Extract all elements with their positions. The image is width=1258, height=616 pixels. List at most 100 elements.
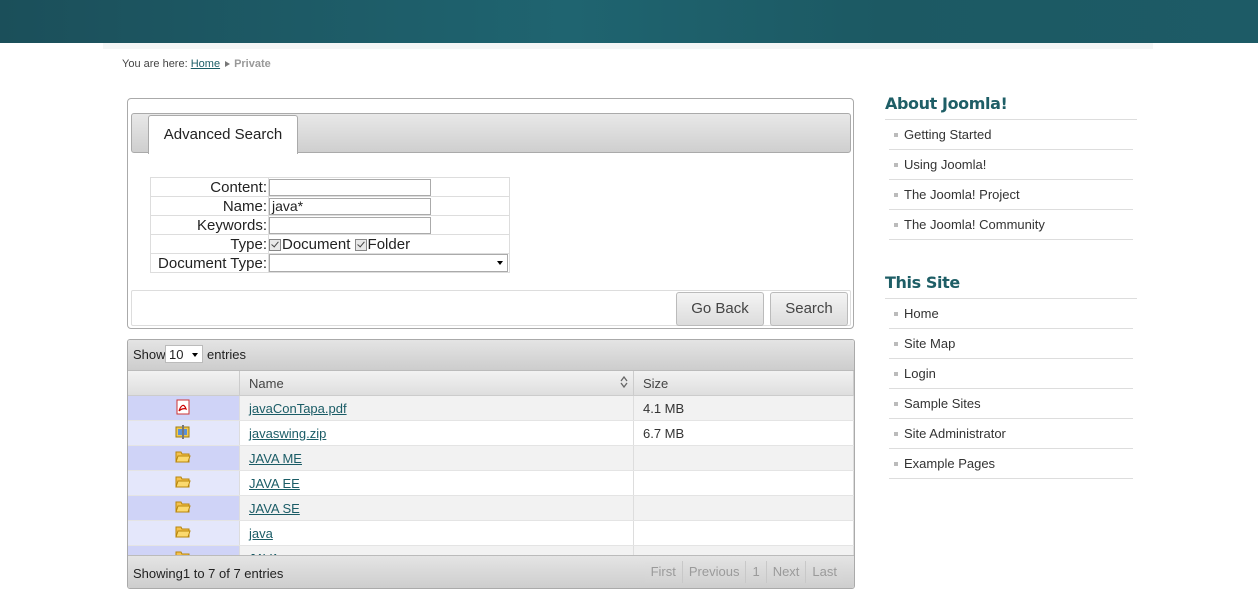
menu-item-joomla-project[interactable]: The Joomla! Project: [889, 180, 1133, 210]
menu-item-example-pages[interactable]: Example Pages: [889, 449, 1133, 479]
this-site-title: This Site: [885, 272, 1137, 299]
menu-item-joomla-community[interactable]: The Joomla! Community: [889, 210, 1133, 240]
table-row: JAVA ME: [128, 445, 854, 471]
header-subbar: [103, 43, 1153, 49]
breadcrumb: You are here: Home Private: [122, 58, 271, 70]
menu-item-sample-sites[interactable]: Sample Sites: [889, 389, 1133, 419]
file-name-cell: javaConTapa.pdf: [239, 395, 634, 421]
pager-next[interactable]: Next: [767, 561, 807, 583]
row-icon-cell: [128, 395, 240, 421]
folder-checkbox[interactable]: [354, 238, 367, 251]
breadcrumb-arrow-icon: [225, 61, 231, 68]
pager-last[interactable]: Last: [806, 561, 843, 583]
folder-link[interactable]: JAVA EE: [249, 476, 300, 491]
menu-item-getting-started[interactable]: Getting Started: [889, 120, 1133, 150]
breadcrumb-current: Private: [234, 58, 271, 70]
document-checkbox-label: Document: [282, 235, 351, 253]
pager-previous[interactable]: Previous: [683, 561, 747, 583]
folder-size-cell: [633, 445, 854, 471]
folder-name-cell: JAVA ME: [239, 445, 634, 471]
go-back-button[interactable]: Go Back: [676, 292, 764, 326]
folder-icon: [175, 476, 191, 487]
folder-checkbox-label: Folder: [367, 235, 411, 253]
document-type-label: Document Type:: [150, 252, 269, 274]
file-link[interactable]: javaswing.zip: [249, 426, 326, 441]
folder-link[interactable]: java: [249, 526, 273, 541]
menu-item-using-joomla[interactable]: Using Joomla!: [889, 150, 1133, 180]
menu-item-home[interactable]: Home: [889, 299, 1133, 329]
advanced-search-panel: Advanced Search Content: Name: java* Key…: [127, 98, 854, 329]
table-row: java: [128, 520, 854, 546]
document-checkbox[interactable]: [269, 238, 281, 251]
zip-icon: [175, 424, 190, 439]
sort-both-icon: [620, 376, 628, 388]
results-footer: Showing1 to 7 of 7 entries First Previou…: [128, 555, 854, 588]
pager-first[interactable]: First: [645, 561, 683, 583]
this-site-menu: Home Site Map Login Sample Sites Site Ad…: [885, 299, 1137, 479]
pdf-icon: [176, 399, 190, 414]
document-type-select[interactable]: [269, 254, 508, 273]
column-header-name-label: Name: [249, 375, 284, 391]
menu-item-site-map[interactable]: Site Map: [889, 329, 1133, 359]
column-header-name[interactable]: Name: [239, 371, 634, 396]
folder-size-cell: [633, 520, 854, 546]
folder-icon: [175, 501, 191, 512]
folder-link[interactable]: JAVA ME: [249, 451, 302, 466]
results-info: Showing1 to 7 of 7 entries: [133, 566, 284, 581]
table-row: javaswing.zip 6.7 MB: [128, 420, 854, 446]
pager-page-1[interactable]: 1: [746, 561, 767, 583]
search-form: Content: Name: java* Keywords: Type: Doc…: [150, 177, 510, 274]
keywords-input[interactable]: [269, 216, 431, 234]
results-table-panel: Show 10 entries Name Size javaConTapa.pd…: [127, 339, 855, 589]
folder-icon: [175, 451, 191, 462]
file-size-cell: 6.7 MB: [633, 420, 854, 446]
folder-icon: [175, 526, 191, 537]
breadcrumb-home-link[interactable]: Home: [191, 58, 220, 70]
row-icon-cell: [128, 495, 240, 521]
show-label: Show: [133, 347, 166, 362]
pagination: First Previous 1 Next Last: [644, 561, 843, 583]
folder-size-cell: [633, 470, 854, 496]
folder-size-cell: [633, 495, 854, 521]
keywords-label: Keywords:: [150, 215, 269, 235]
results-grid: Name Size javaConTapa.pdf 4.1 MB javaswi…: [128, 371, 854, 571]
menu-item-site-administrator[interactable]: Site Administrator: [889, 419, 1133, 449]
row-icon-cell: [128, 470, 240, 496]
folder-link[interactable]: JAVA SE: [249, 501, 300, 516]
table-row: JAVA EE: [128, 470, 854, 496]
name-input[interactable]: java*: [269, 197, 431, 215]
name-label: Name:: [150, 196, 269, 216]
breadcrumb-prefix: You are here:: [122, 58, 188, 70]
content-label: Content:: [150, 177, 269, 197]
search-button-bar: Go Back Search: [131, 290, 851, 326]
folder-name-cell: java: [239, 520, 634, 546]
content-input[interactable]: [269, 178, 431, 196]
about-joomla-title: About Joomla!: [885, 93, 1137, 120]
column-header-size[interactable]: Size: [633, 371, 854, 396]
tabs-header: Advanced Search: [131, 113, 851, 154]
table-row: javaConTapa.pdf 4.1 MB: [128, 395, 854, 421]
row-icon-cell: [128, 445, 240, 471]
results-toolbar: Show 10 entries: [128, 340, 854, 371]
column-header-icon[interactable]: [128, 371, 240, 396]
page-length-select[interactable]: 10: [165, 345, 203, 363]
type-label: Type:: [150, 234, 269, 254]
entries-label: entries: [207, 347, 247, 362]
folder-name-cell: JAVA EE: [239, 470, 634, 496]
file-size-cell: 4.1 MB: [633, 395, 854, 421]
file-name-cell: javaswing.zip: [239, 420, 634, 446]
folder-name-cell: JAVA SE: [239, 495, 634, 521]
sidebar: About Joomla! Getting Started Using Joom…: [885, 93, 1137, 479]
file-link[interactable]: javaConTapa.pdf: [249, 401, 347, 416]
row-icon-cell: [128, 420, 240, 446]
chevron-down-icon: [192, 353, 198, 357]
table-row: JAVA SE: [128, 495, 854, 521]
about-joomla-menu: Getting Started Using Joomla! The Joomla…: [885, 120, 1137, 240]
menu-item-login[interactable]: Login: [889, 359, 1133, 389]
page-length-value: 10: [169, 347, 184, 362]
search-button[interactable]: Search: [770, 292, 848, 326]
chevron-down-icon: [497, 261, 503, 266]
row-icon-cell: [128, 520, 240, 546]
tab-advanced-search[interactable]: Advanced Search: [148, 115, 298, 154]
site-header-banner: [0, 0, 1258, 43]
